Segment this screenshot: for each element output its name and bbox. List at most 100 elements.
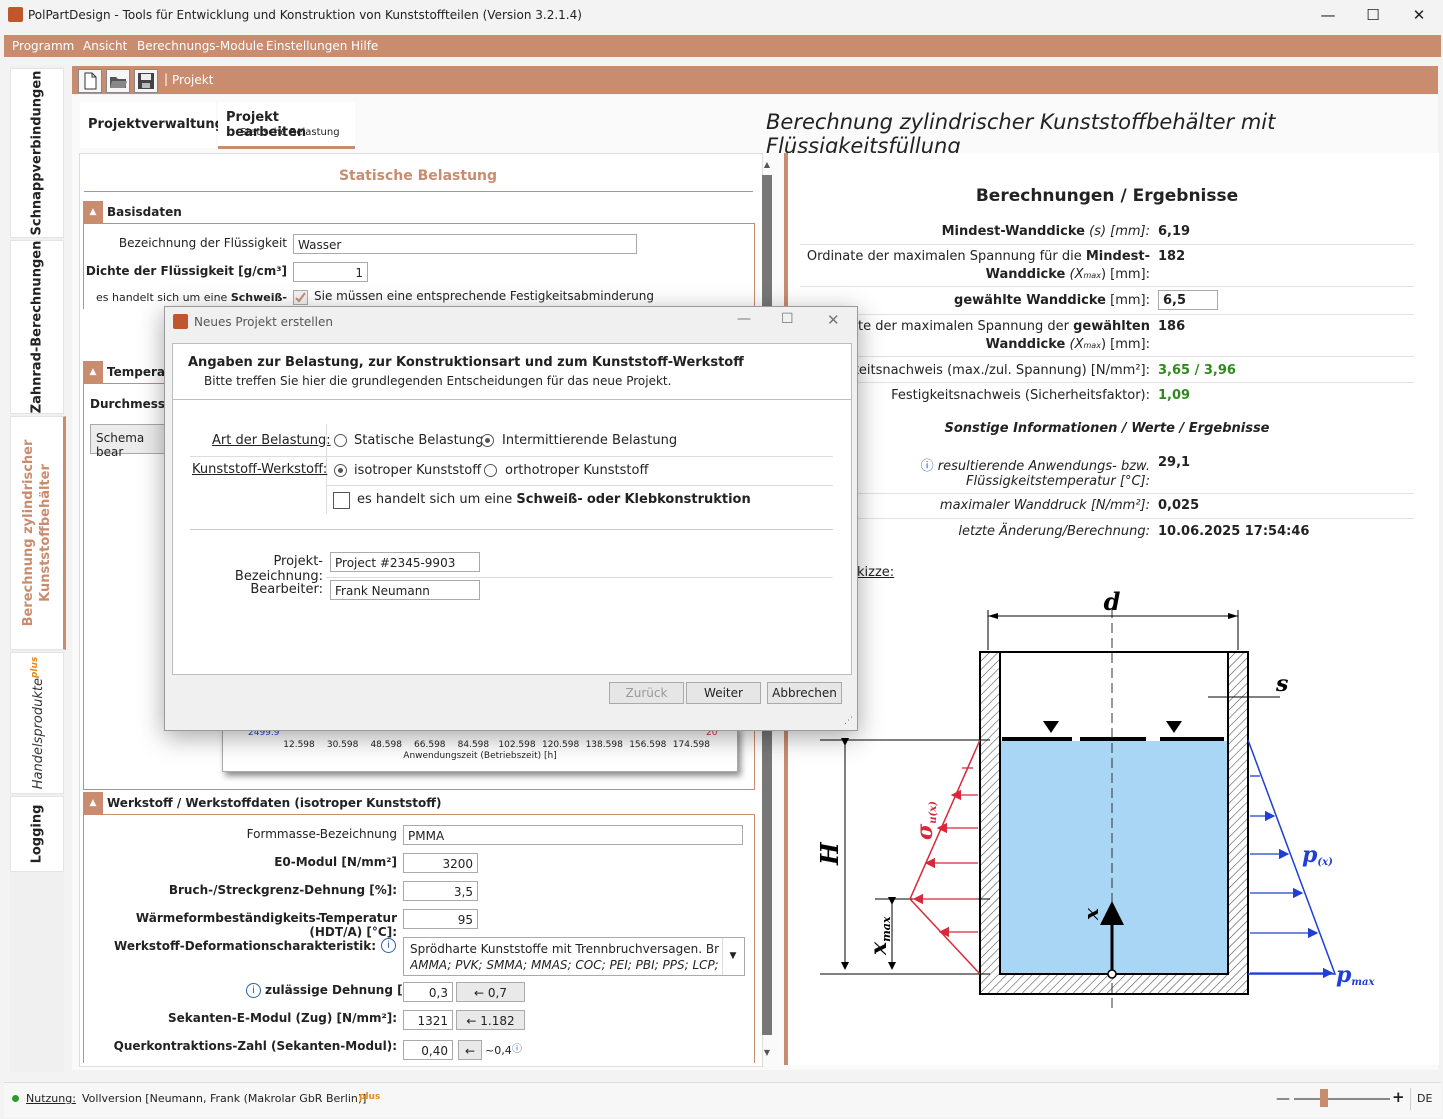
minimize-icon[interactable]: — xyxy=(737,311,751,327)
schema-button[interactable]: Schema bear xyxy=(90,424,172,459)
label-s: s xyxy=(1275,671,1288,697)
tab-projektverwaltung[interactable]: Projektverwaltung xyxy=(80,102,224,148)
menu-bar: Programm Ansicht Berechnungs-Module Eins… xyxy=(4,35,1441,57)
cancel-button[interactable]: Abbrechen xyxy=(767,682,842,704)
chevron-down-icon[interactable]: ▼ xyxy=(722,938,743,975)
basisdaten-header[interactable]: ▲ Basisdaten xyxy=(83,201,491,223)
sekanten-input[interactable]: 1321 xyxy=(403,1010,453,1030)
zoom-slider[interactable] xyxy=(1294,1098,1390,1100)
maximize-icon[interactable]: ☐ xyxy=(781,311,794,327)
results-title: Berechnungen / Ergebnisse xyxy=(975,186,1239,206)
collapse-icon[interactable]: ▲ xyxy=(83,361,103,383)
zoom-in-icon[interactable]: + xyxy=(1392,1088,1405,1106)
wanddicke-input[interactable]: 6,5 xyxy=(1158,290,1218,310)
quer-apply-button[interactable]: ← xyxy=(458,1040,482,1060)
radio-intermittent[interactable] xyxy=(481,434,494,447)
container-sketch: d s H xmax x σu(x) p(x) pmax xyxy=(815,587,1375,1010)
dehnung-input[interactable]: 0,3 xyxy=(403,982,453,1002)
info-icon[interactable]: ⓘ xyxy=(512,1040,522,1055)
next-button[interactable]: Weiter xyxy=(686,682,761,704)
e0-input[interactable]: 3200 xyxy=(403,853,478,873)
formmasse-label: Formmasse-Bezeichnung xyxy=(246,827,397,841)
toolbar-project-label: Projekt xyxy=(172,73,214,87)
radio-static[interactable] xyxy=(334,434,347,447)
x-tick-label: 12.598 xyxy=(283,740,315,750)
sekanten-label: Sekanten-E-Modul (Zug) [N/mm²]: xyxy=(167,1011,397,1025)
fluid-name-label: Bezeichnung der Flüssigkeit xyxy=(118,236,287,250)
info-icon: ⓘ xyxy=(920,459,934,474)
dehnung-label: zulässige Dehnung [%]: xyxy=(265,983,425,997)
label-xmax: xmax xyxy=(866,916,893,956)
sidebar-item-zahnrad[interactable]: Zahnrad-Berechnungen xyxy=(10,240,64,414)
zoom-out-icon[interactable]: — xyxy=(1276,1091,1290,1107)
result-row: Ordinate der maximalen Spannung für die … xyxy=(800,245,1414,287)
menu-ansicht[interactable]: Ansicht xyxy=(83,39,127,53)
close-icon[interactable]: ✕ xyxy=(1407,4,1431,26)
sidebar-item-behaelter[interactable]: Berechnung zylindrischer Kunststoffbehäl… xyxy=(10,416,66,650)
bruch-input[interactable]: 3,5 xyxy=(403,881,478,901)
menu-hilfe[interactable]: Hilfe xyxy=(351,39,378,53)
x-tick-label: 66.598 xyxy=(414,740,446,750)
divider xyxy=(173,399,851,400)
info-icon[interactable]: i xyxy=(381,938,396,953)
werkstoff-label: Kunststoff-Werkstoff: xyxy=(192,462,328,477)
collapse-icon[interactable]: ▲ xyxy=(83,201,103,223)
window-title: PolPartDesign - Tools für Entwicklung un… xyxy=(28,8,582,22)
deform-select[interactable]: Sprödharte Kunststoffe mit Trennbruchver… xyxy=(403,937,745,976)
radio-orthotrop[interactable] xyxy=(484,464,497,477)
nutzung-label[interactable]: Nutzung: xyxy=(26,1092,76,1105)
zoom-slider-thumb[interactable] xyxy=(1320,1089,1328,1107)
menu-programm[interactable]: Programm xyxy=(12,39,74,53)
section-header: Statische Belastung xyxy=(338,168,498,184)
density-input[interactable]: 1 xyxy=(293,262,368,282)
editor-input[interactable]: Frank Neumann xyxy=(330,580,480,600)
dehnung-apply-button[interactable]: ← 0,7 xyxy=(456,982,525,1002)
weld-note: Sie müssen eine entsprechende Festigkeit… xyxy=(314,289,654,303)
new-file-icon[interactable] xyxy=(78,69,102,93)
open-folder-icon[interactable] xyxy=(106,69,130,93)
tab-projekt-bearbeiten[interactable]: Projekt bearbeiten Statische Belastung xyxy=(218,102,355,149)
result-row: Festigkeitsnachweis (Sicherheitsfaktor):… xyxy=(891,388,1191,403)
collapse-icon[interactable]: ▲ xyxy=(83,792,103,814)
quer-hint: ~0,4 xyxy=(485,1044,512,1057)
x-tick-label: 84.598 xyxy=(457,740,490,750)
weld-checkbox[interactable] xyxy=(293,290,308,305)
close-icon[interactable]: ✕ xyxy=(827,311,840,329)
maximize-icon[interactable]: ☐ xyxy=(1361,4,1385,26)
fluid-name-input[interactable]: Wasser xyxy=(293,234,637,254)
back-button[interactable]: Zurück xyxy=(609,682,684,704)
weld-checkbox[interactable] xyxy=(333,492,350,509)
label-p: p(x) xyxy=(1302,842,1333,868)
language-indicator[interactable]: DE xyxy=(1417,1092,1432,1105)
bearb-label: Bearbeiter: xyxy=(250,582,323,597)
proj-label: Projekt-Bezeichnung: xyxy=(234,554,323,584)
sekanten-apply-button[interactable]: ← 1.182 xyxy=(456,1010,525,1030)
formmasse-input[interactable]: PMMA xyxy=(403,825,743,845)
sidebar-item-label: Berechnung zylindrischer Kunststoffbehäl… xyxy=(21,439,53,627)
e0-label: E0-Modul [N/mm²] xyxy=(274,855,397,869)
scroll-up-icon[interactable]: ▲ xyxy=(762,160,772,170)
temperatur-header[interactable]: ▲ Temperatu xyxy=(83,361,179,383)
status-bar: Nutzung: Vollversion [Neumann, Frank (Ma… xyxy=(4,1082,1441,1117)
status-dot-icon xyxy=(12,1095,19,1102)
app-icon xyxy=(8,7,23,22)
resize-grip-icon[interactable]: ⋰ xyxy=(844,716,853,726)
sidebar-item-label: Zahnrad-Berechnungen xyxy=(29,240,45,414)
sketch-label[interactable]: kizze: xyxy=(857,565,894,580)
x-tick-label: 102.598 xyxy=(498,740,536,750)
info-icon[interactable]: i xyxy=(246,983,261,998)
sidebar-item-schnappverbindungen[interactable]: Schnappverbindungen xyxy=(10,68,64,238)
art-label: Art der Belastung: xyxy=(212,433,331,448)
menu-berechnungs-module[interactable]: Berechnungs-Module xyxy=(137,39,264,53)
project-name-input[interactable]: Project #2345-9903 xyxy=(330,552,480,572)
radio-isotrop[interactable] xyxy=(334,464,347,477)
hdt-input[interactable]: 95 xyxy=(403,909,478,929)
save-icon[interactable] xyxy=(134,69,158,93)
scroll-down-icon[interactable]: ▼ xyxy=(762,1048,772,1058)
minimize-icon[interactable]: — xyxy=(1316,4,1340,26)
werkstoff-header[interactable]: ▲ Werkstoff / Werkstoffdaten (isotroper … xyxy=(83,792,491,814)
quer-input[interactable]: 0,40 xyxy=(403,1040,453,1060)
sidebar-item-handelsprodukte[interactable]: Handelsprodukteplus xyxy=(10,652,64,794)
menu-einstellungen[interactable]: Einstellungen xyxy=(266,39,347,53)
sidebar-item-logging[interactable]: Logging xyxy=(10,796,64,872)
